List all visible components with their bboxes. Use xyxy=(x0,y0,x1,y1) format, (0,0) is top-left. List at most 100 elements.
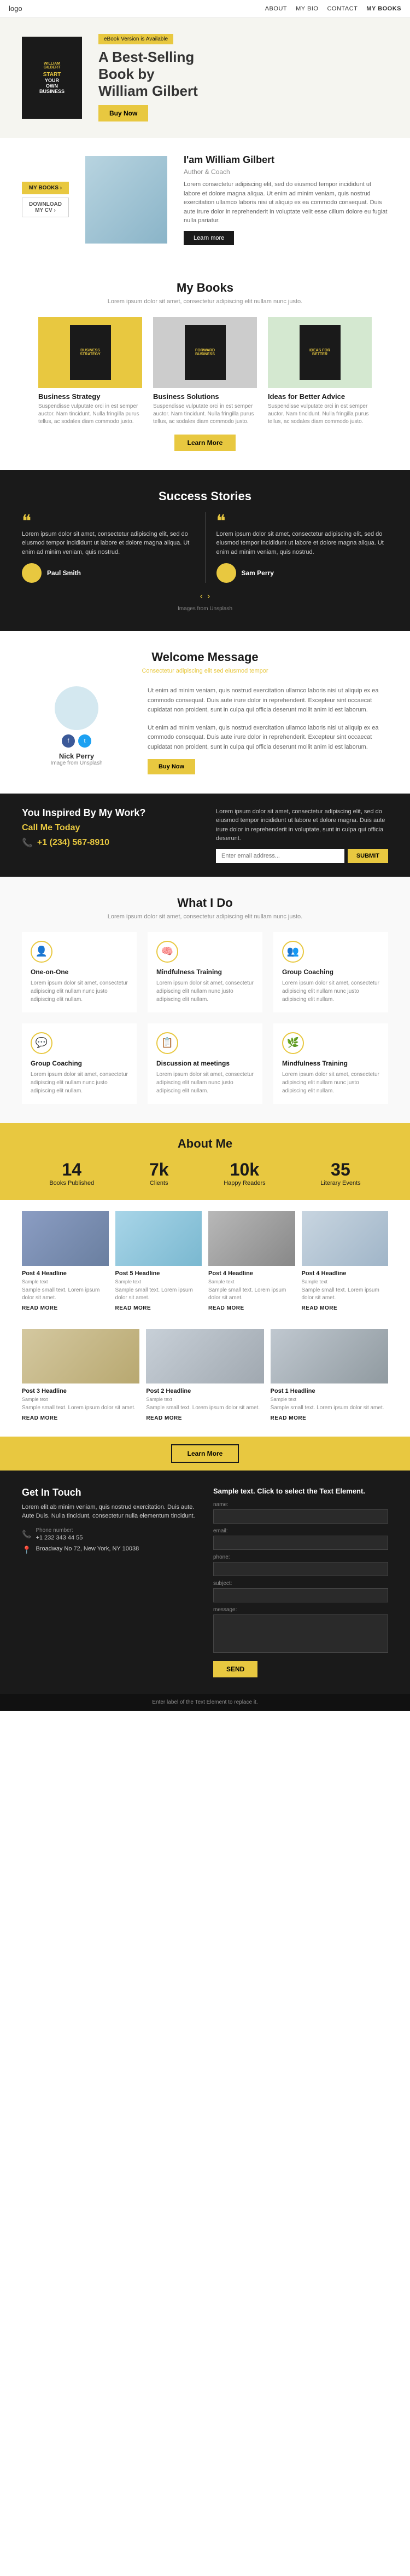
success-title: Success Stories xyxy=(22,489,388,503)
success-card-1: ❝ Lorem ipsum dolor sit amet, consectetu… xyxy=(216,512,389,583)
call-me-section: You Inspired By My Work? Call Me Today 📞… xyxy=(0,794,410,877)
book-title-your: YOUR xyxy=(45,78,59,83)
welcome-right: Ut enim ad minim veniam, quis nostrud ex… xyxy=(148,686,388,774)
form-subject-input[interactable] xyxy=(213,1588,388,1602)
blog-cta-button[interactable]: Learn More xyxy=(171,1444,239,1463)
send-button[interactable]: SEND xyxy=(213,1661,257,1677)
learn-more-button[interactable]: Learn more xyxy=(184,231,234,245)
read-more-1[interactable]: READ MORE xyxy=(115,1305,151,1311)
form-message-textarea[interactable] xyxy=(213,1614,388,1653)
blog-top-section: Post 4 Headline Sample text Sample small… xyxy=(0,1200,410,1323)
stat-2: 10k Happy Readers xyxy=(224,1160,265,1186)
blog-image-b1 xyxy=(146,1329,263,1383)
success-text-1: Lorem ipsum dolor sit amet, consectetur … xyxy=(216,530,389,557)
welcome-grid: f t Nick Perry Image from Unsplash Ut en… xyxy=(22,686,388,774)
blog-desc-0: Sample small text. Lorem ipsum dolor sit… xyxy=(22,1287,109,1302)
form-name-label: name: xyxy=(213,1502,388,1508)
read-more-b0[interactable]: READ MORE xyxy=(22,1415,58,1421)
submit-button[interactable]: SUBMIT xyxy=(348,849,388,863)
read-more-0[interactable]: READ MORE xyxy=(22,1305,58,1311)
read-more-2[interactable]: READ MORE xyxy=(208,1305,244,1311)
phone-contact-icon: 📞 xyxy=(22,1530,31,1539)
footer-text: Enter label of the Text Element to repla… xyxy=(22,1699,388,1705)
success-author-1: Sam Perry xyxy=(216,563,389,583)
book-cover-2: IDEAS FORBETTER xyxy=(268,317,372,388)
book-card-0: BUSINESSSTRATEGY Business Strategy Suspe… xyxy=(38,317,142,426)
books-grid: BUSINESSSTRATEGY Business Strategy Suspe… xyxy=(22,317,388,426)
stat-number-0: 14 xyxy=(49,1160,94,1180)
contact-phone-number: +1 232 343 44 55 xyxy=(36,1535,83,1541)
blog-headline-1: Post 5 Headline xyxy=(115,1270,202,1277)
my-books-section: My Books Lorem ipsum dolor sit amet, con… xyxy=(0,262,410,470)
nav-bio[interactable]: My Bio xyxy=(296,5,318,12)
books-section-title: My Books xyxy=(22,281,388,295)
my-books-button[interactable]: MY BOOKS › xyxy=(22,182,69,194)
what-card-0: 👤 One-on-One Lorem ipsum dolor sit amet,… xyxy=(22,932,137,1012)
blog-card-3: Post 4 Headline Sample text Sample small… xyxy=(302,1211,389,1311)
what-subtitle: Lorem ipsum dolor sit amet, consectetur … xyxy=(22,913,388,920)
what-grid: 👤 One-on-One Lorem ipsum dolor sit amet,… xyxy=(22,932,388,1104)
call-right: Lorem ipsum dolor sit amet, consectetur … xyxy=(216,807,388,863)
what-card-2: 👥 Group Coaching Lorem ipsum dolor sit a… xyxy=(273,932,388,1012)
navigation: logo About My Bio Contact My Books xyxy=(0,0,410,18)
form-row-subject: subject: xyxy=(213,1581,388,1602)
form-phone-input[interactable] xyxy=(213,1562,388,1576)
email-input[interactable] xyxy=(216,849,344,863)
nav-about[interactable]: About xyxy=(265,5,287,12)
stat-label-0: Books Published xyxy=(49,1180,94,1186)
blog-desc-b2: Sample small text. Lorem ipsum dolor sit… xyxy=(271,1404,388,1412)
form-email-input[interactable] xyxy=(213,1536,388,1550)
location-icon: 📍 xyxy=(22,1545,31,1555)
facebook-icon[interactable]: f xyxy=(62,734,75,748)
blog-image-0 xyxy=(22,1211,109,1266)
contact-phone-wrapper: Phone number: +1 232 343 44 55 xyxy=(36,1527,83,1541)
success-credit: Images from Unsplash xyxy=(22,606,388,612)
what-title-5: Mindfulness Training xyxy=(282,1060,379,1067)
next-arrow-icon[interactable]: › xyxy=(207,592,210,601)
download-cv-button[interactable]: DOWNLOAD MY CV › xyxy=(22,198,69,217)
form-row-email: email: xyxy=(213,1528,388,1550)
nav-contact[interactable]: Contact xyxy=(327,5,358,12)
stat-0: 14 Books Published xyxy=(49,1160,94,1186)
what-title-2: Group Coaching xyxy=(282,968,379,976)
book-cover-1: FORWARDBUSINESS xyxy=(153,317,257,388)
quote-mark-0: ❝ xyxy=(22,512,194,530)
welcome-buy-button[interactable]: Buy Now xyxy=(148,759,195,774)
nav-books[interactable]: My Books xyxy=(366,5,401,12)
contact-right: Sample text. Click to select the Text El… xyxy=(213,1487,388,1677)
blog-desc-1: Sample small text. Lorem ipsum dolor sit… xyxy=(115,1287,202,1302)
read-more-b2[interactable]: READ MORE xyxy=(271,1415,307,1421)
stat-1: 7k Clients xyxy=(149,1160,169,1186)
contact-left: Get In Touch Lorem elit ab minim veniam,… xyxy=(22,1487,197,1677)
form-message-label: message: xyxy=(213,1607,388,1613)
blog-headline-b2: Post 1 Headline xyxy=(271,1388,388,1394)
blog-desc-2: Sample small text. Lorem ipsum dolor sit… xyxy=(208,1287,295,1302)
book-title-2: Ideas for Better Advice xyxy=(268,392,372,401)
what-title-4: Discussion at meetings xyxy=(156,1060,254,1067)
contact-phone-detail: 📞 Phone number: +1 232 343 44 55 xyxy=(22,1527,197,1541)
blog-headline-b0: Post 3 Headline xyxy=(22,1388,139,1394)
buy-now-button[interactable]: Buy Now xyxy=(98,105,148,121)
form-row-message: message: xyxy=(213,1607,388,1654)
books-learn-more-button[interactable]: Learn More xyxy=(174,435,236,451)
form-name-input[interactable] xyxy=(213,1509,388,1524)
call-subtitle: Call Me Today xyxy=(22,823,194,833)
phone-number: +1 (234) 567-8910 xyxy=(37,838,109,848)
what-desc-2: Lorem ipsum dolor sit amet, consectetur … xyxy=(282,979,379,1004)
what-title: What I Do xyxy=(22,896,388,910)
welcome-left: f t Nick Perry Image from Unsplash xyxy=(22,686,131,774)
form-row-phone: phone: xyxy=(213,1554,388,1576)
blog-desc-b0: Sample small text. Lorem ipsum dolor sit… xyxy=(22,1404,139,1412)
read-more-3[interactable]: READ MORE xyxy=(302,1305,338,1311)
success-card-0: ❝ Lorem ipsum dolor sit amet, consectetu… xyxy=(22,512,194,583)
prev-arrow-icon[interactable]: ‹ xyxy=(200,592,203,601)
what-title-0: One-on-One xyxy=(31,968,128,976)
read-more-b1[interactable]: READ MORE xyxy=(146,1415,182,1421)
twitter-icon[interactable]: t xyxy=(78,734,91,748)
avatar-sam xyxy=(216,563,236,583)
stat-number-3: 35 xyxy=(320,1160,360,1180)
blog-card-0: Post 4 Headline Sample text Sample small… xyxy=(22,1211,109,1311)
what-title-3: Group Coaching xyxy=(31,1060,128,1067)
what-desc-0: Lorem ipsum dolor sit amet, consectetur … xyxy=(31,979,128,1004)
success-divider xyxy=(205,512,206,583)
